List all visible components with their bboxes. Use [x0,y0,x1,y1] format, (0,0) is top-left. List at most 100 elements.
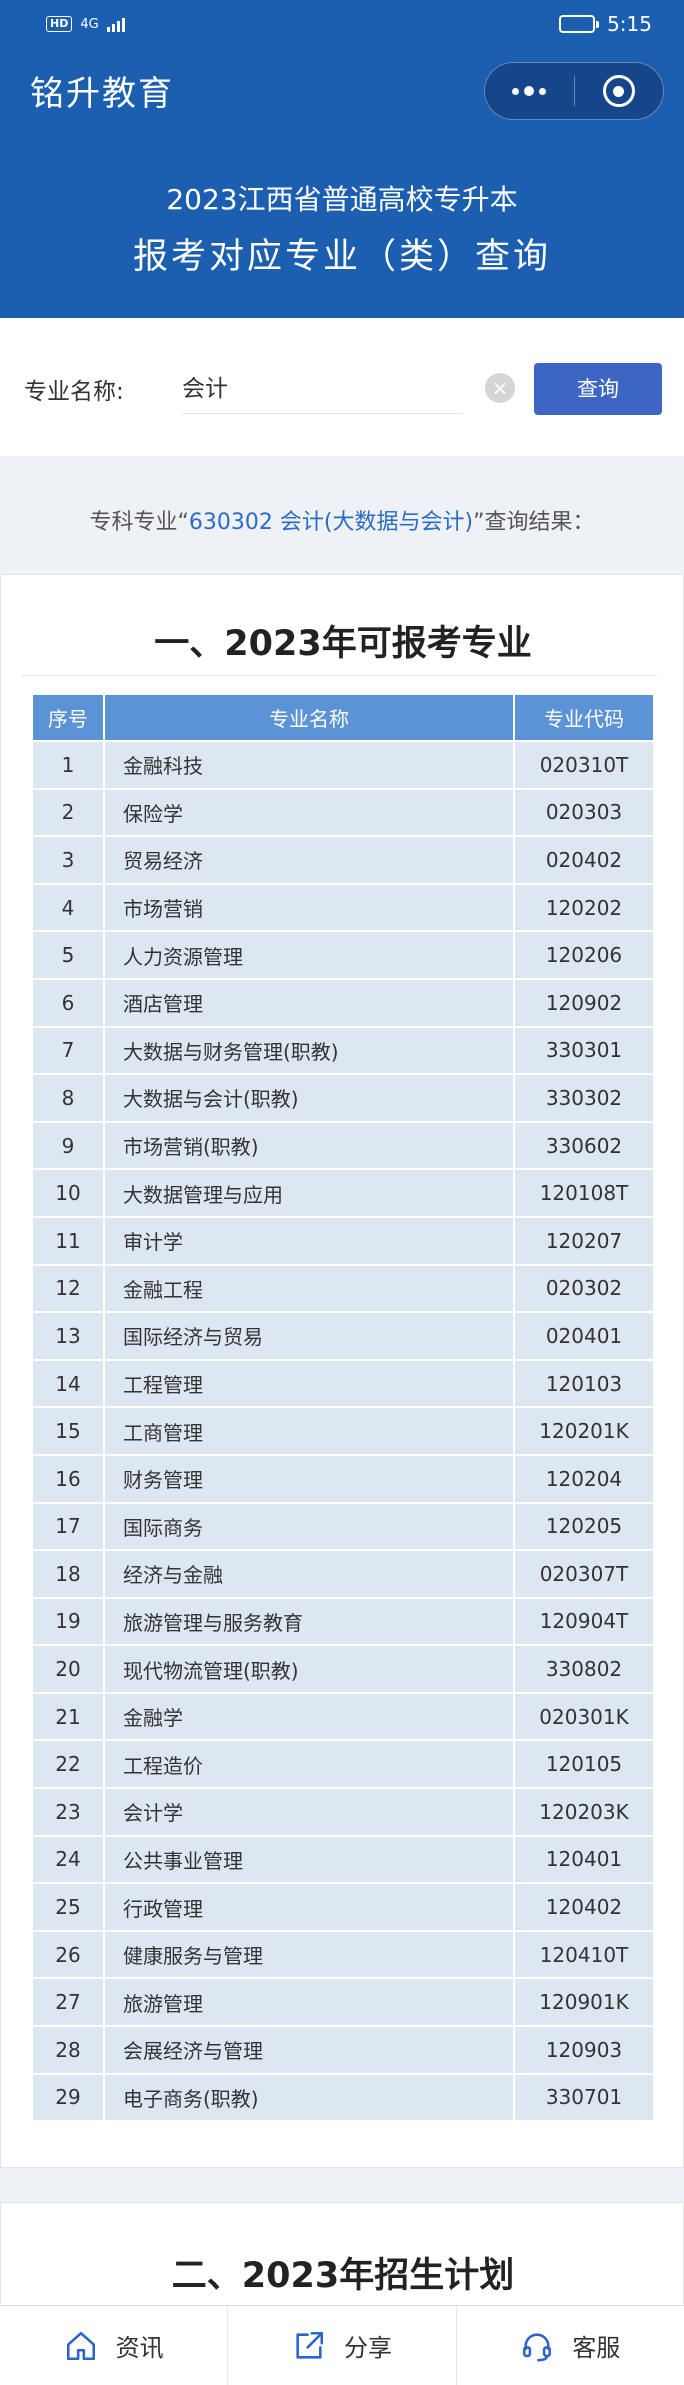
row-major-name: 会计学 [105,1789,513,1835]
header-subtitle: 2023江西省普通高校专升本 [166,183,518,216]
tab-news[interactable]: 资讯 [0,2306,229,2385]
row-index: 15 [33,1408,103,1454]
row-major-code: 330701 [515,2074,653,2121]
table-row: 5 人力资源管理 120206 [33,932,653,978]
table-row: 1 金融科技 020310T [33,742,653,788]
table-row: 6 酒店管理 120902 [33,979,653,1026]
row-major-code: 020401 [515,1313,653,1359]
row-major-code: 120205 [515,1503,653,1550]
row-major-name: 市场营销(职教) [105,1122,513,1169]
table-row: 17 国际商务 120205 [33,1503,653,1550]
tab-news-label: 资讯 [115,2334,164,2362]
row-index: 22 [33,1741,103,1788]
row-major-code: 330301 [515,1027,653,1074]
row-major-name: 市场营销 [105,884,513,931]
table-row: 24 公共事业管理 120401 [33,1836,653,1883]
table-row: 12 金融工程 020302 [33,1265,653,1312]
row-index: 5 [33,932,103,978]
row-index: 3 [33,837,103,883]
row-major-code: 120410T [515,1931,653,1978]
row-index: 13 [33,1313,103,1359]
row-major-name: 会展经济与管理 [105,2027,513,2073]
header-title: 报考对应专业（类）查询 [132,237,551,277]
row-major-name: 金融学 [105,1693,513,1740]
row-index: 25 [33,1884,103,1930]
tab-customer-service[interactable]: 客服 [457,2306,684,2385]
section-title-eligible: 一、2023年可报考专业 [154,624,532,664]
row-index: 10 [33,1170,103,1216]
row-major-name: 金融科技 [105,742,513,788]
row-major-code: 020402 [515,837,653,883]
page-header: 铭升教育 2023江西省普通高校专升本 报考对应专业（类）查询 [0,48,684,318]
status-bar: HD 4G 5:15 [0,0,684,48]
table-row: 3 贸易经济 020402 [33,837,653,883]
row-index: 9 [33,1122,103,1169]
row-major-code: 120903 [515,2027,653,2073]
row-major-code: 120206 [515,932,653,978]
header-index: 序号 [33,695,103,740]
table-row: 26 健康服务与管理 120410T [33,1931,653,1978]
target-circle-icon [602,75,635,107]
row-major-code: 020307T [515,1551,653,1597]
more-dots-icon [512,86,547,96]
row-major-name: 工程管理 [105,1360,513,1407]
table-row: 21 金融学 020301K [33,1693,653,1740]
share-icon [296,2331,324,2359]
row-index: 14 [33,1360,103,1407]
tab-share[interactable]: 分享 [228,2306,457,2385]
table-row: 29 电子商务(职教) 330701 [33,2074,653,2121]
row-index: 23 [33,1789,103,1835]
table-row: 16 财务管理 120204 [33,1455,653,1502]
battery-icon [559,15,600,33]
more-button[interactable] [485,63,574,119]
status-time: 5:15 [607,12,652,36]
row-index: 29 [33,2074,103,2121]
search-panel: 专业名称: × 查询 [0,318,684,456]
row-major-name: 公共事业管理 [105,1836,513,1883]
row-major-code: 120902 [515,979,653,1026]
table-row: 13 国际经济与贸易 020401 [33,1313,653,1359]
tab-customer-service-label: 客服 [572,2334,621,2362]
hd-indicator: HD [46,16,73,32]
tab-share-label: 分享 [343,2334,392,2362]
row-major-name: 金融工程 [105,1265,513,1312]
row-major-code: 020303 [515,789,653,836]
table-row: 27 旅游管理 120901K [33,1979,653,2026]
row-major-name: 旅游管理 [105,1979,513,2026]
status-right: 5:15 [559,12,652,36]
row-major-code: 120105 [515,1741,653,1788]
eligible-majors-card: 一、2023年可报考专业 序号 专业名称 专业代码 1 金融科技 020310T 2 保… [0,574,684,2168]
table-row: 18 经济与金融 020307T [33,1551,653,1597]
home-icon [66,2331,95,2360]
row-major-code: 020302 [515,1265,653,1312]
row-major-code: 330602 [515,1122,653,1169]
header-major-code: 专业代码 [515,695,653,740]
row-major-name: 大数据与会计(职教) [105,1075,513,1121]
query-button[interactable]: 查询 [534,363,662,415]
clear-input-icon[interactable]: × [485,373,515,403]
result-prefix: 专科专业“ [89,510,189,535]
major-name-input[interactable] [182,358,462,414]
row-index: 8 [33,1075,103,1121]
row-index: 16 [33,1455,103,1502]
signal-icon [106,16,125,32]
row-index: 6 [33,979,103,1026]
row-major-code: 120103 [515,1360,653,1407]
table-row: 14 工程管理 120103 [33,1360,653,1407]
row-major-code: 120203K [515,1789,653,1835]
table-row: 23 会计学 120203K [33,1789,653,1835]
row-major-code: 020301K [515,1693,653,1740]
title-divider [21,675,657,676]
close-mini-program-button[interactable] [575,63,664,119]
table-row: 28 会展经济与管理 120903 [33,2027,653,2073]
majors-table: 序号 专业名称 专业代码 1 金融科技 020310T 2 保险学 020303 3 贸易经济… [31,693,655,2122]
row-index: 26 [33,1931,103,1978]
table-row: 8 大数据与会计(职教) 330302 [33,1075,653,1121]
row-major-code: 330802 [515,1646,653,1692]
table-row: 4 市场营销 120202 [33,884,653,931]
row-index: 1 [33,742,103,788]
row-major-code: 120402 [515,1884,653,1930]
row-major-code: 330302 [515,1075,653,1121]
row-index: 27 [33,1979,103,2026]
table-row: 7 大数据与财务管理(职教) 330301 [33,1027,653,1074]
